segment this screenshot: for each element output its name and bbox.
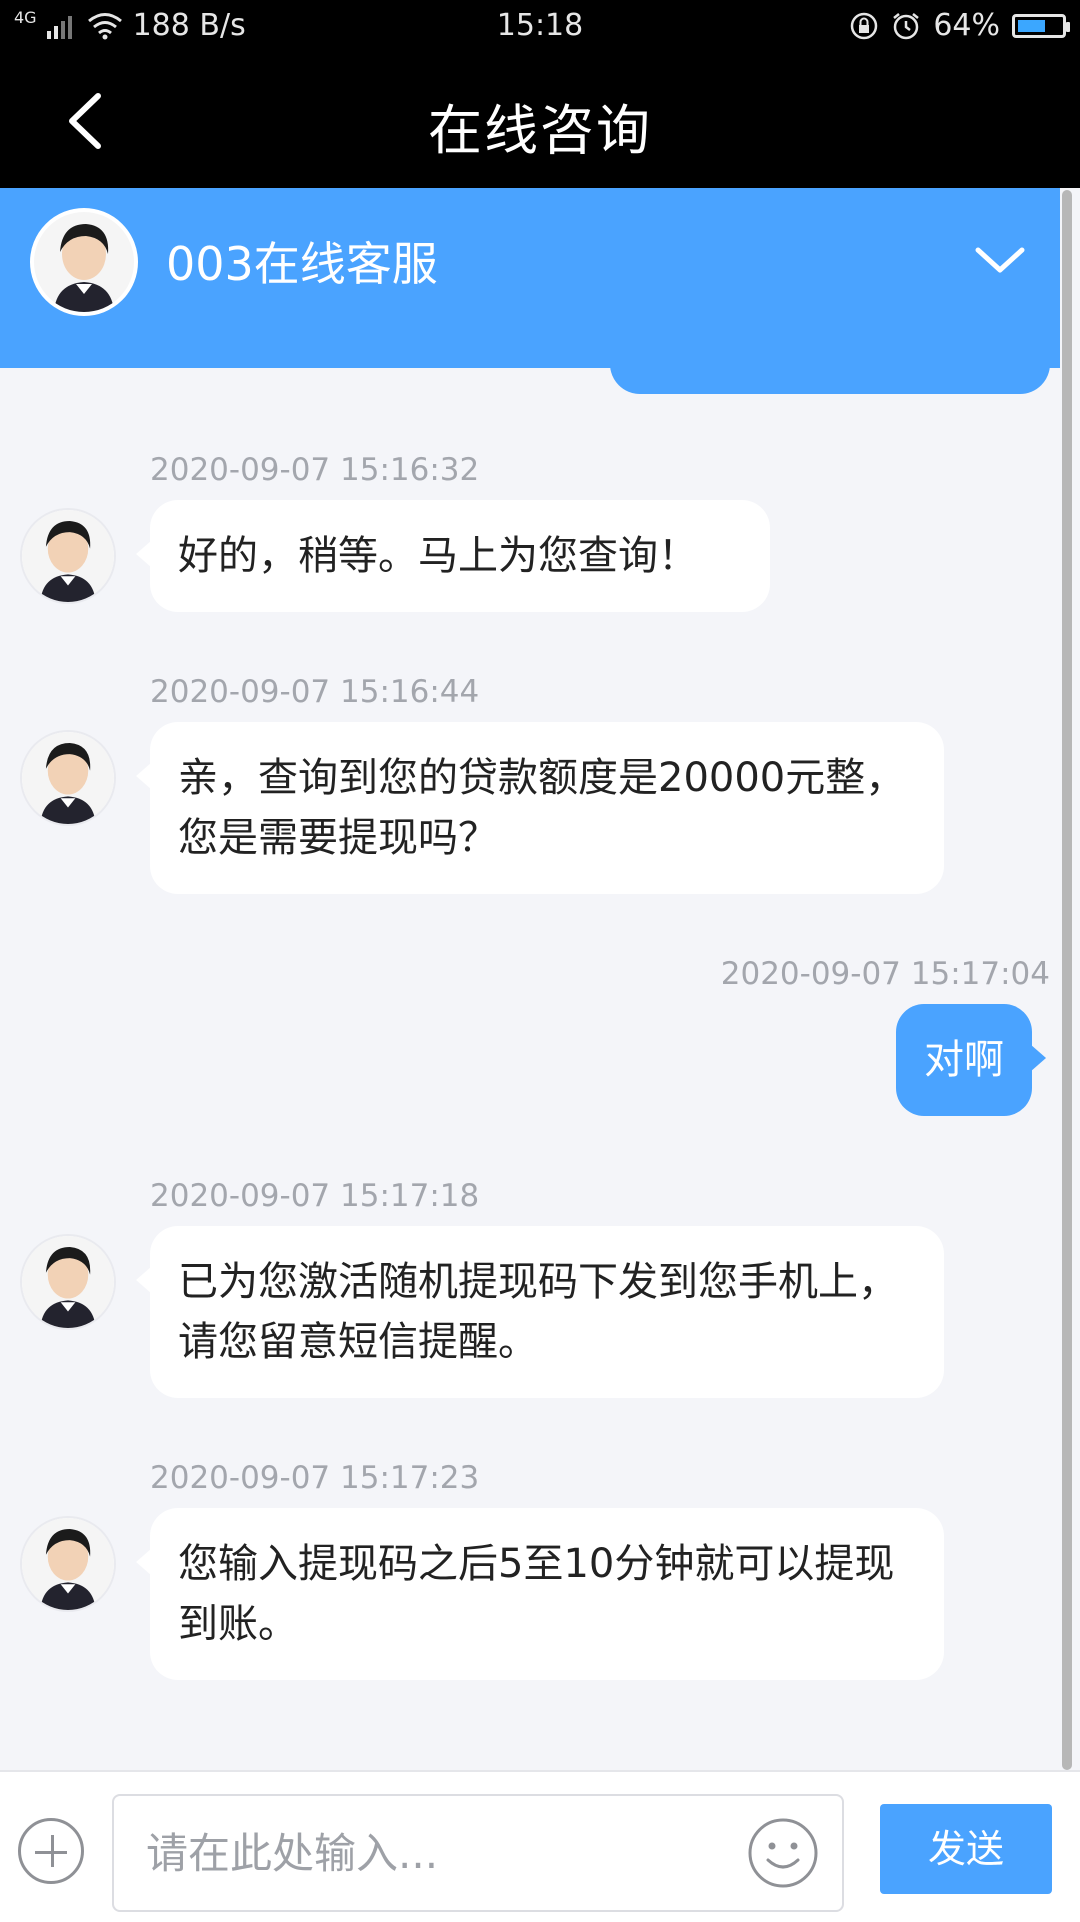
agent-name: 003在线客服	[166, 237, 438, 291]
title-bar: 在线咨询	[0, 56, 1080, 188]
status-bar: 4G 188 B/s 15:18 64%	[0, 0, 1080, 56]
message-bubble: 好的，稍等。马上为您查询！	[136, 500, 770, 612]
message-timestamp: 2020-09-07 15:17:18	[150, 1178, 480, 1214]
avatar	[30, 208, 138, 316]
avatar	[22, 732, 114, 824]
message-bubble: 已为您激活随机提现码下发到您手机上，请您留意短信提醒。	[136, 1226, 944, 1398]
chevron-down-icon[interactable]	[970, 240, 1030, 280]
page-title: 在线咨询	[428, 99, 652, 162]
status-right: 64%	[849, 8, 1070, 43]
message-bubble: 您输入提现码之后5至10分钟就可以提现到账。	[136, 1508, 944, 1680]
message-timestamp: 2020-09-07 15:16:32	[150, 452, 480, 488]
message-timestamp: 2020-09-07 15:17:23	[150, 1460, 480, 1496]
avatar	[22, 510, 114, 602]
battery-icon	[1012, 13, 1070, 38]
agent-avatar-image	[34, 212, 134, 312]
lock-rotation-icon	[851, 12, 878, 39]
emoji-icon[interactable]	[746, 1816, 820, 1890]
message-input-container	[112, 1794, 844, 1912]
avatar	[22, 1518, 114, 1610]
battery-percent: 64%	[933, 8, 1000, 43]
message-timestamp: 2020-09-07 15:16:44	[150, 674, 480, 710]
avatar	[22, 1236, 114, 1328]
message-bubble: 亲，查询到您的贷款额度是20000元整，您是需要提现吗？	[136, 722, 944, 894]
message-timestamp: 2020-09-07 15:17:04	[720, 956, 1050, 992]
previous-message-bubble	[610, 340, 1050, 394]
plus-icon[interactable]	[18, 1818, 84, 1884]
alarm-icon	[893, 12, 920, 39]
message-bubble: 对啊	[896, 1004, 1046, 1116]
message-input-bar: 发送	[0, 1770, 1080, 1922]
send-button[interactable]: 发送	[880, 1804, 1052, 1894]
message-input[interactable]	[144, 1814, 728, 1892]
chat-scrollbar[interactable]	[1062, 190, 1072, 1770]
